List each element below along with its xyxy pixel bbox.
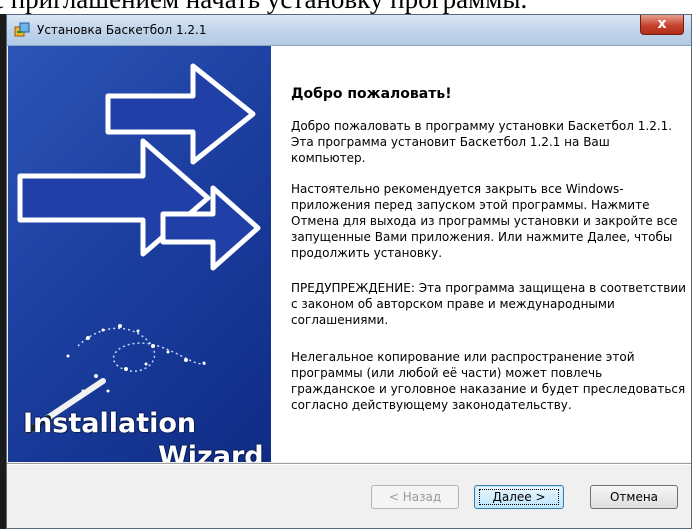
close-button[interactable]: x <box>640 15 684 35</box>
window-title: Установка Баскетбол 1.2.1 <box>37 23 207 37</box>
wizard-title-line1: Installation <box>23 408 197 439</box>
banner-art <box>17 63 261 434</box>
right-margin <box>692 14 698 529</box>
next-button[interactable]: Далее > <box>474 485 564 509</box>
back-button[interactable]: < Назад <box>371 485 459 509</box>
welcome-heading: Добро пожаловать! <box>291 86 452 102</box>
title-bar[interactable]: Установка Баскетбол 1.2.1 x <box>7 15 691 46</box>
footer-divider <box>7 463 691 465</box>
piracy-warning-paragraph: Нелегальное копирование или распростране… <box>291 350 686 412</box>
document-caption: с приглашением начать установку программ… <box>0 0 698 14</box>
welcome-panel: Добро пожаловать! Добро пожаловать в про… <box>271 46 691 462</box>
installer-window: Установка Баскетбол 1.2.1 x Installation… <box>6 14 692 529</box>
installer-app-icon <box>14 22 30 37</box>
close-apps-paragraph: Настоятельно рекомендуется закрыть все W… <box>291 182 678 260</box>
copyright-warning-paragraph: ПРЕДУПРЕЖДЕНИЕ: Эта программа защищена в… <box>291 281 686 327</box>
welcome-paragraph: Добро пожаловать в программу установки Б… <box>291 119 673 165</box>
sparkles-icon <box>66 324 209 393</box>
focus-rectangle <box>479 489 559 505</box>
cancel-button[interactable]: Отмена <box>590 485 678 509</box>
wizard-banner: Installation Wizard <box>8 46 271 462</box>
arrow-icon <box>105 63 256 165</box>
close-icon: x <box>657 16 667 32</box>
wizard-title-line2: Wizard <box>158 441 264 462</box>
